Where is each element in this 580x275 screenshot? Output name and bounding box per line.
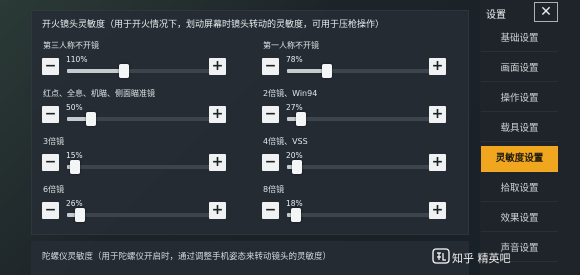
slider-track[interactable] [67, 112, 220, 126]
slider-label: 6倍镜 [43, 185, 65, 194]
watermark-text: 知乎 精英吧 [452, 252, 511, 265]
increase-button[interactable]: + [429, 202, 446, 219]
menu-item[interactable]: 灵敏度设置 [481, 146, 558, 172]
zhihu-logo-icon [432, 248, 450, 264]
increase-button[interactable]: + [209, 58, 226, 75]
menu-header: 设置 [486, 10, 506, 21]
slider-thumb[interactable] [70, 160, 80, 174]
slider-label: 4倍镜、VSS [263, 137, 308, 146]
decrease-button[interactable]: − [42, 202, 59, 219]
section-title: 开火镜头灵敏度（用于开火情况下，划动屏幕时镜头转动的灵敏度，可用于压枪操作） [42, 20, 385, 30]
increase-button[interactable]: + [209, 106, 226, 123]
slider-value: 78% [286, 55, 303, 64]
menu-item[interactable]: 载具设置 [481, 116, 558, 142]
slider-thumb[interactable] [119, 64, 129, 78]
decrease-button[interactable]: − [42, 106, 59, 123]
slider-track[interactable] [287, 208, 440, 222]
slider-track[interactable] [287, 64, 440, 78]
increase-button[interactable]: + [209, 154, 226, 171]
decrease-button[interactable]: − [42, 154, 59, 171]
menu-item[interactable]: 效果设置 [481, 206, 558, 232]
decrease-button[interactable]: − [262, 58, 279, 75]
slider-value: 26% [66, 199, 83, 208]
decrease-button[interactable]: − [262, 154, 279, 171]
decrease-button[interactable]: − [262, 106, 279, 123]
decrease-button[interactable]: − [262, 202, 279, 219]
slider-fill [287, 69, 327, 73]
increase-button[interactable]: + [429, 58, 446, 75]
slider-fill [67, 69, 124, 73]
slider-track[interactable] [67, 160, 220, 174]
menu-item[interactable]: 画面设置 [481, 56, 558, 82]
slider-value: 18% [286, 199, 303, 208]
slider-label: 红点、全息、机瞄、侧面瞄准镜 [43, 89, 155, 98]
slider-label: 3倍镜 [43, 137, 65, 146]
slider-value: 27% [286, 103, 303, 112]
slider-label: 第三人称不开镜 [43, 41, 99, 50]
increase-button[interactable]: + [429, 106, 446, 123]
increase-button[interactable]: + [429, 154, 446, 171]
slider-thumb[interactable] [296, 112, 306, 126]
slider-track[interactable] [67, 64, 220, 78]
slider-value: 15% [66, 151, 83, 160]
slider-thumb[interactable] [86, 112, 96, 126]
slider-track[interactable] [287, 112, 440, 126]
increase-button[interactable]: + [209, 202, 226, 219]
gyro-section-title: 陀螺仪灵敏度（用于陀螺仪开启时，通过调整手机姿态来转动镜头的灵敏度） [42, 252, 332, 262]
decrease-button[interactable]: − [42, 58, 59, 75]
slider-label: 第一人称不开镜 [263, 41, 319, 50]
slider-value: 50% [66, 103, 83, 112]
slider-track[interactable] [287, 160, 440, 174]
menu-item[interactable]: 基础设置 [481, 26, 558, 52]
slider-value: 110% [66, 55, 88, 64]
close-icon[interactable]: ✕ [534, 2, 558, 22]
menu-item[interactable]: 操作设置 [481, 86, 558, 112]
menu-item[interactable]: 拾取设置 [481, 176, 558, 202]
slider-value: 20% [286, 151, 303, 160]
slider-thumb[interactable] [291, 208, 301, 222]
slider-track[interactable] [67, 208, 220, 222]
slider-thumb[interactable] [322, 64, 332, 78]
slider-thumb[interactable] [75, 208, 85, 222]
slider-thumb[interactable] [292, 160, 302, 174]
slider-label: 2倍镜、Win94 [263, 89, 318, 98]
slider-label: 8倍镜 [263, 185, 285, 194]
